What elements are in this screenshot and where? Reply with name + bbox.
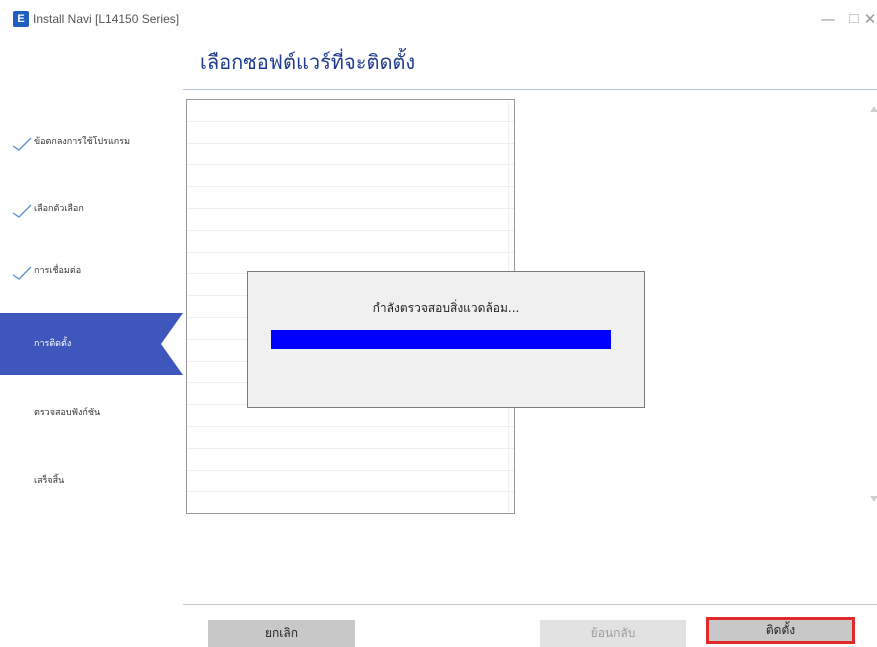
list-item[interactable] bbox=[187, 165, 514, 188]
app-icon-letter: E bbox=[17, 13, 25, 25]
back-button[interactable]: ย้อนกลับ bbox=[540, 620, 686, 647]
scroll-up-arrow-icon[interactable] bbox=[870, 106, 877, 112]
list-item[interactable] bbox=[187, 471, 514, 493]
step-sidebar: ข้อตกลงการใช้โปรแกรม เลือกตัวเลือก การเช… bbox=[0, 90, 183, 600]
title-divider bbox=[183, 89, 877, 90]
list-item[interactable] bbox=[187, 405, 514, 427]
step-label: ตรวจสอบฟังก์ชัน bbox=[34, 408, 101, 418]
checkmark-icon bbox=[12, 266, 32, 280]
progress-dialog: กำลังตรวจสอบสิ่งแวดล้อม... bbox=[247, 271, 645, 408]
list-item[interactable] bbox=[187, 144, 514, 166]
minimize-button[interactable]: — bbox=[816, 8, 840, 30]
progress-bar-fill bbox=[271, 330, 611, 349]
step-label: การเชื่อมต่อ bbox=[34, 266, 82, 276]
step-connection: การเชื่อมต่อ bbox=[0, 252, 183, 292]
list-item[interactable] bbox=[187, 187, 514, 209]
main-scrollbar[interactable] bbox=[868, 96, 877, 516]
footer-divider bbox=[183, 604, 877, 605]
list-item[interactable] bbox=[187, 427, 514, 449]
checkmark-icon bbox=[12, 137, 32, 151]
active-step-pointer bbox=[161, 313, 183, 375]
app-icon: E bbox=[13, 11, 29, 27]
step-license-agreement: ข้อตกลงการใช้โปรแกรม bbox=[0, 123, 183, 163]
cancel-button[interactable]: ยกเลิก bbox=[208, 620, 355, 647]
progress-bar bbox=[271, 330, 611, 349]
list-item[interactable] bbox=[187, 492, 514, 513]
step-check-functions: ตรวจสอบฟังก์ชัน bbox=[0, 394, 183, 434]
step-label: การติดตั้ง bbox=[34, 339, 72, 349]
step-label: เลือกตัวเลือก bbox=[34, 204, 84, 214]
window-title: Install Navi [L14150 Series] bbox=[33, 12, 180, 26]
title-bar: E Install Navi [L14150 Series] — ✕ bbox=[0, 0, 877, 38]
list-item[interactable] bbox=[187, 209, 514, 231]
list-item[interactable] bbox=[187, 100, 514, 122]
progress-message: กำลังตรวจสอบสิ่งแวดล้อม... bbox=[372, 301, 520, 315]
step-label: เสร็จสิ้น bbox=[34, 476, 65, 486]
checkmark-icon bbox=[12, 204, 32, 218]
close-button[interactable]: ✕ bbox=[858, 8, 877, 30]
step-finish: เสร็จสิ้น bbox=[0, 462, 183, 502]
step-installation: การติดตั้ง bbox=[0, 313, 183, 375]
scroll-down-arrow-icon[interactable] bbox=[870, 496, 877, 502]
list-item[interactable] bbox=[187, 122, 514, 144]
list-item[interactable] bbox=[187, 449, 514, 471]
step-select-options: เลือกตัวเลือก bbox=[0, 190, 183, 230]
list-item[interactable] bbox=[187, 231, 514, 253]
step-label: ข้อตกลงการใช้โปรแกรม bbox=[34, 137, 130, 147]
install-button[interactable]: ติดตั้ง bbox=[706, 617, 855, 644]
page-title: เลือกซอฟต์แวร์ที่จะติดตั้ง bbox=[200, 50, 416, 74]
